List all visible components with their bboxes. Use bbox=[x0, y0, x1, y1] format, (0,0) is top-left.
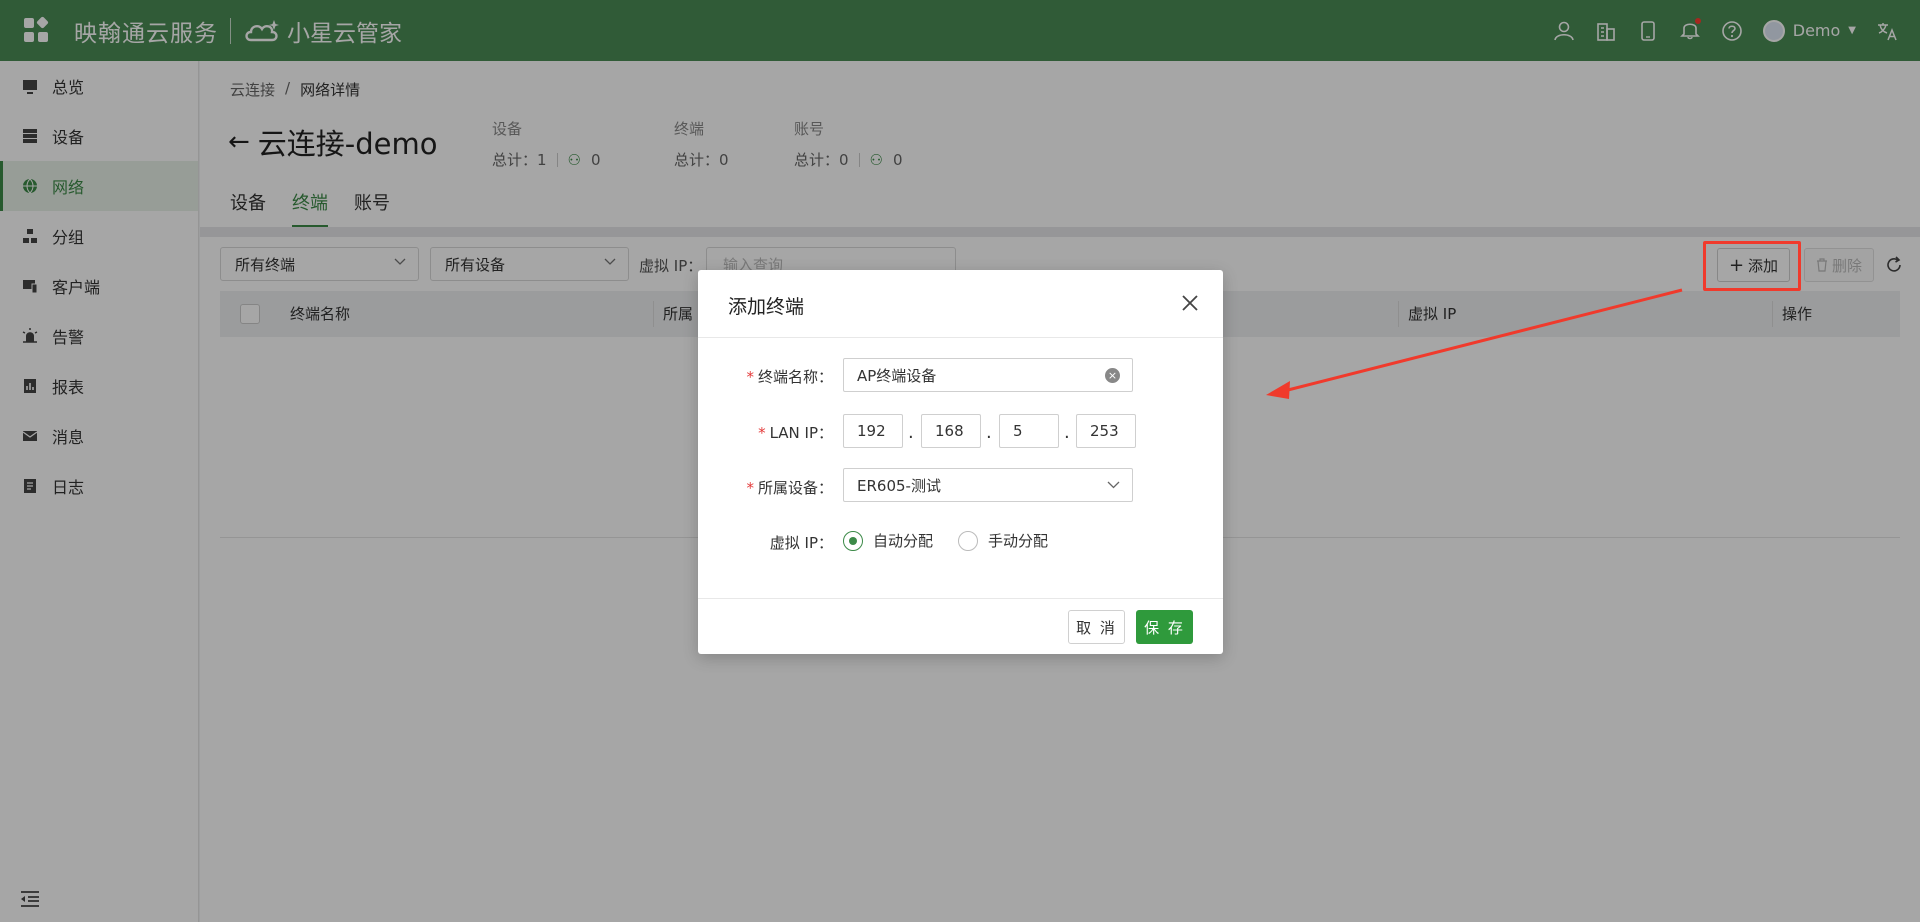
lan-ip-octet-1[interactable]: 192 bbox=[843, 414, 903, 448]
cancel-button[interactable]: 取 消 bbox=[1068, 610, 1125, 644]
dialog-header: 添加终端 bbox=[698, 270, 1223, 338]
add-terminal-dialog: 添加终端 * 终端名称： AP终端设备 × * LAN IP： 192 . 168 … bbox=[698, 270, 1223, 654]
ip-dot: . bbox=[1064, 422, 1070, 443]
radio-button bbox=[958, 530, 978, 551]
chevron-down-icon bbox=[1107, 481, 1120, 489]
field-label-text: LAN IP： bbox=[769, 424, 833, 442]
field-label-text: 终端名称： bbox=[757, 368, 833, 386]
virtual-ip-field-label: 虚拟 IP： bbox=[769, 534, 833, 552]
lan-ip-octet-3[interactable]: 5 bbox=[999, 414, 1059, 448]
dialog-footer-divider bbox=[698, 598, 1223, 599]
required-mark: * bbox=[758, 424, 766, 442]
clear-input-icon[interactable]: × bbox=[1105, 368, 1120, 383]
close-icon[interactable] bbox=[1181, 294, 1199, 312]
lan-ip-octet-2[interactable]: 168 bbox=[921, 414, 981, 448]
device-select[interactable]: ER605-测试 bbox=[843, 468, 1133, 502]
input-value: AP终端设备 bbox=[857, 366, 937, 385]
annotation-highlight-box bbox=[1703, 241, 1801, 291]
ip-dot: . bbox=[986, 422, 992, 443]
radio-button-selected bbox=[843, 530, 863, 551]
radio-manual-assign[interactable]: 手动分配 bbox=[958, 530, 1048, 551]
dialog-title: 添加终端 bbox=[728, 296, 805, 318]
terminal-name-label: * 终端名称： bbox=[746, 366, 833, 387]
select-value: ER605-测试 bbox=[857, 476, 941, 495]
lan-ip-label: * LAN IP： bbox=[758, 422, 833, 443]
field-label-text: 所属设备： bbox=[757, 479, 833, 497]
radio-auto-assign[interactable]: 自动分配 bbox=[843, 530, 933, 551]
terminal-name-input[interactable]: AP终端设备 × bbox=[843, 358, 1133, 392]
radio-label: 自动分配 bbox=[873, 532, 934, 550]
device-label: * 所属设备： bbox=[746, 477, 833, 498]
required-mark: * bbox=[746, 479, 754, 497]
lan-ip-octet-4[interactable]: 253 bbox=[1076, 414, 1136, 448]
radio-label: 手动分配 bbox=[988, 532, 1049, 550]
ip-dot: . bbox=[908, 422, 914, 443]
required-mark: * bbox=[746, 368, 754, 386]
save-button[interactable]: 保 存 bbox=[1136, 610, 1193, 644]
